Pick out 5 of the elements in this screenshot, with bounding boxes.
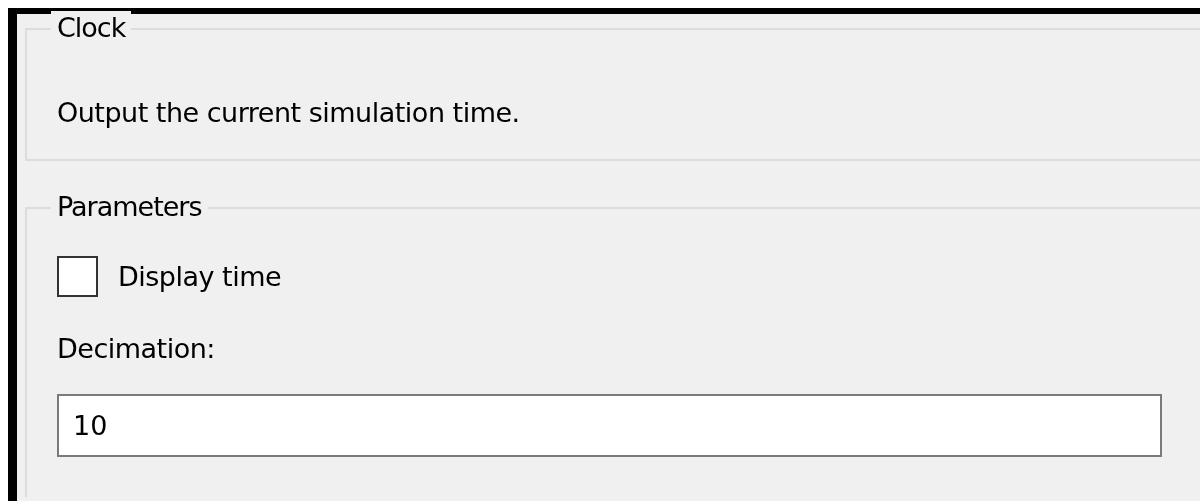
field-label: Decimation: [57, 332, 216, 366]
checkbox[interactable] [57, 256, 98, 297]
input-field[interactable]: 10 [57, 394, 1162, 457]
description-text: Output the current simulation time. [57, 96, 521, 130]
checkbox-label[interactable]: Display time [118, 259, 282, 294]
